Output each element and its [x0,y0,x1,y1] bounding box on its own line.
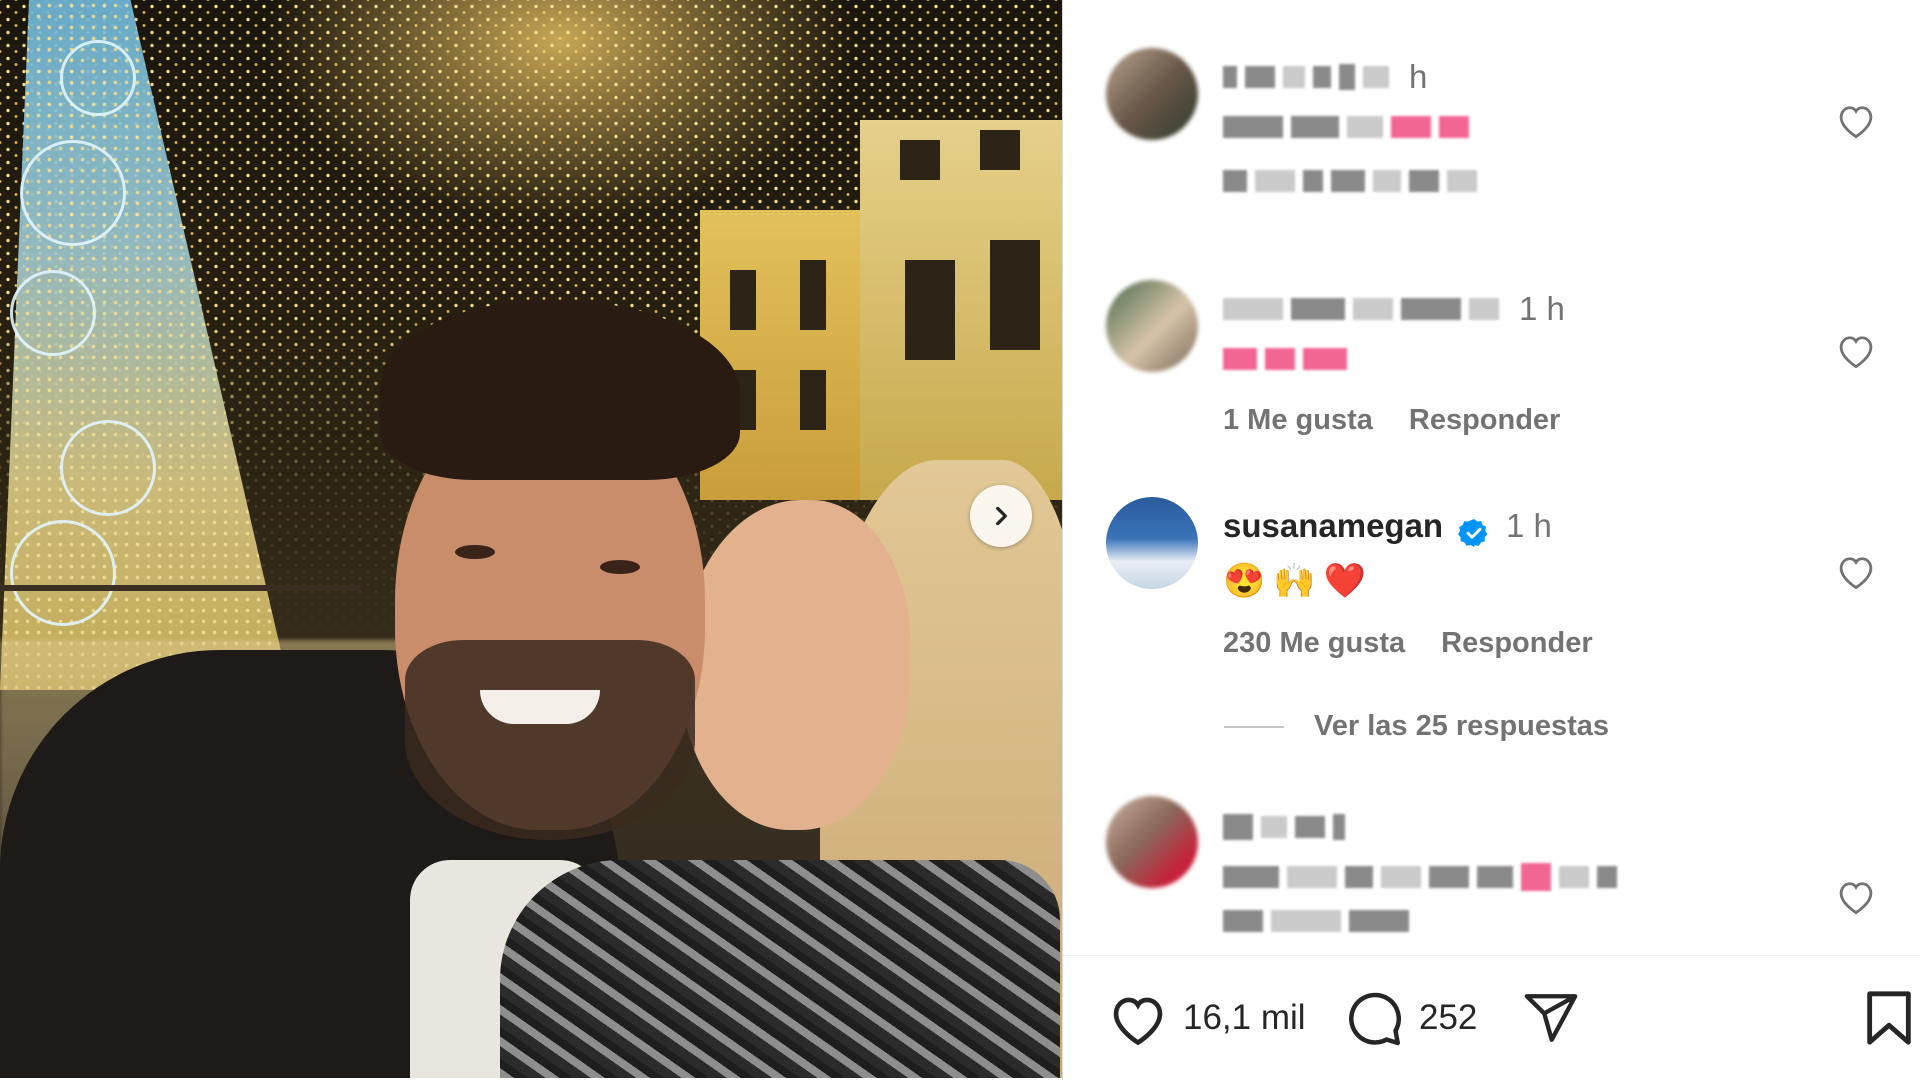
save-button[interactable] [1863,986,1915,1050]
comment-text: 😍🙌❤️ [1223,561,1375,600]
avatar[interactable] [1106,48,1198,140]
comment-like-button[interactable] [1832,326,1880,374]
man-smile [480,690,600,724]
post-photo [0,0,1062,1078]
actions-divider [1063,955,1920,956]
heart-outline-icon [1839,557,1873,590]
comment-meta: 230 Me gusta Responder [1223,627,1810,660]
reply-button[interactable]: Responder [1409,404,1560,437]
comment-username[interactable]: susanamegan [1223,507,1443,544]
verified-badge-icon [1457,517,1490,549]
chevron-right-icon [996,506,1007,526]
comments-count[interactable]: 252 [1419,998,1477,1038]
like-button[interactable]: 16,1 mil [1107,986,1306,1050]
tree-ornament [60,40,136,116]
comment-body: 1 h 1 Me gusta Responder [1223,280,1810,437]
replies-line [1224,725,1284,728]
window [905,260,955,360]
window [900,140,940,180]
window [800,260,826,330]
paper-plane-icon [1524,994,1578,1042]
comment-like-button[interactable] [1832,96,1880,144]
view-replies-button[interactable]: Ver las 25 respuestas [1224,710,1609,743]
woman-coat [500,860,1060,1078]
comment-time: 1 h [1506,507,1552,544]
heart-outline-icon [1113,997,1163,1046]
avatar[interactable] [1106,796,1198,888]
redacted-comment-text [1223,112,1810,142]
comment-body [1223,796,1810,936]
tree-ornament [20,140,126,246]
building-cream [860,120,1062,500]
comment-icon [1349,992,1402,1046]
window [730,270,756,330]
comment-time: h [1409,58,1428,95]
comment-like-count[interactable]: 1 Me gusta [1223,404,1373,437]
comment-button[interactable]: 252 [1343,986,1477,1050]
man-beard [405,640,695,840]
comment-item: 1 h 1 Me gusta Responder [1106,280,1920,460]
comment-item: h [1106,48,1920,238]
comment-meta: 1 Me gusta Responder [1223,404,1810,437]
likes-count[interactable]: 16,1 mil [1183,998,1306,1038]
heart-outline-icon [1839,106,1873,139]
comment-like-count[interactable]: 230 Me gusta [1223,627,1405,660]
window [990,240,1040,350]
tree-ornament [10,270,96,356]
redacted-username [1223,812,1810,842]
railing [0,585,360,591]
redacted-comment-text [1223,344,1810,374]
comment-item [1106,796,1920,955]
avatar[interactable] [1106,280,1198,372]
man-eye [600,560,640,574]
bookmark-icon [1867,991,1911,1045]
woman-face [680,500,910,830]
view-replies-label: Ver las 25 respuestas [1314,710,1610,742]
carousel-next-button[interactable] [970,485,1032,547]
comment-like-button[interactable] [1832,547,1880,595]
redacted-username: 1 h [1223,290,1810,327]
tree-ornament [60,420,156,516]
redacted-comment-text [1223,906,1810,936]
comment-time: 1 h [1519,290,1565,327]
comment-body: susanamegan 1 h 😍🙌❤️ 230 Me gusta Respon… [1223,497,1810,660]
heart-outline-icon [1839,882,1873,915]
avatar[interactable] [1106,497,1198,589]
comment-header: susanamegan 1 h [1223,507,1810,549]
comment-like-button[interactable] [1832,872,1880,920]
redacted-username: h [1223,58,1810,95]
window [800,370,826,430]
share-button[interactable] [1521,986,1581,1050]
heart-outline-icon [1839,336,1873,369]
tree-ornament [10,520,116,626]
redacted-comment-text [1223,862,1810,892]
comments-list[interactable]: h 1 h 1 Me gusta Responder susanamegan 1… [1063,0,1920,955]
man-eye [455,545,495,559]
redacted-comment-text [1223,166,1810,196]
comment-body: h [1223,48,1810,196]
post-actions: 16,1 mil 252 [1063,960,1920,1075]
window [980,130,1020,170]
reply-button[interactable]: Responder [1441,627,1592,660]
